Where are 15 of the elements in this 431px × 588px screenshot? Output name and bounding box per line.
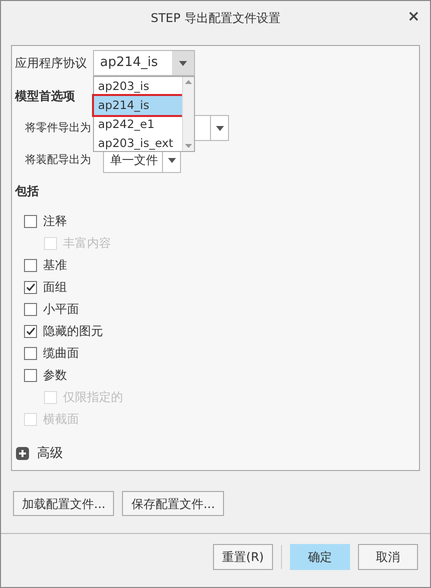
checkbox-label: 面组 [43,279,67,296]
window-title: STEP 导出配置文件设置 [150,10,280,27]
field-label: 将装配导出为 [25,152,92,168]
checkbox-label: 注释 [43,213,67,230]
section-heading: 模型首选项 [15,88,75,105]
checkbox-label: 横截面 [43,411,79,428]
checkbox-label: 仅限指定的 [63,389,123,406]
checkbox-label: 隐藏的图元 [43,323,103,340]
checkbox-label: 小平面 [43,301,79,318]
checkbox-label: 基准 [43,257,67,274]
field-label: 应用程序协议 [15,55,88,72]
section-heading: 包括 [15,183,39,200]
checkbox-label: 缆曲面 [43,345,79,362]
checkbox-label: 丰富内容 [63,235,111,252]
checkbox-label: 参数 [43,367,67,384]
